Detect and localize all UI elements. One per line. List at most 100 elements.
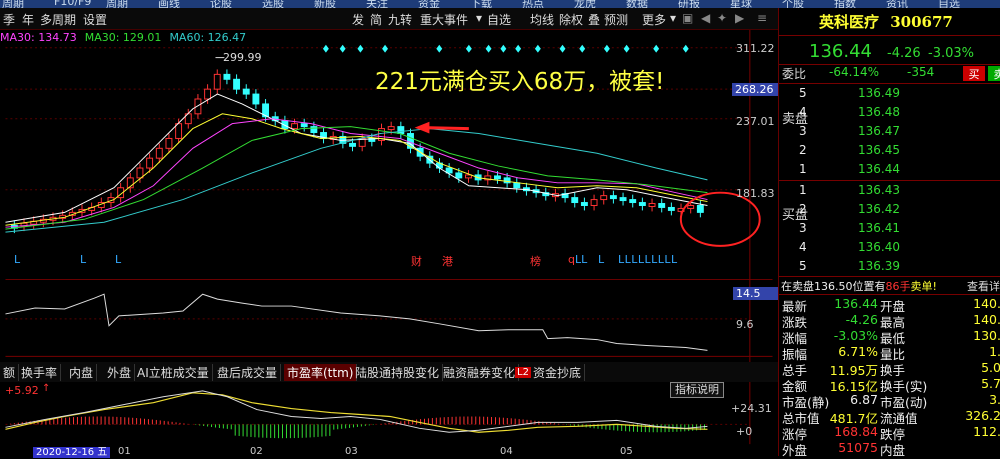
l-marker: L <box>115 253 122 266</box>
order-book-row[interactable]: 3 136.41 <box>779 219 1000 238</box>
period-year[interactable]: 年 <box>22 11 34 28</box>
order-book-row[interactable]: 1 136.43 <box>779 181 1000 200</box>
indicator-tab[interactable]: 外盘 <box>104 364 136 381</box>
top-menu-item[interactable]: 星球 <box>730 0 752 8</box>
chevron-down-icon[interactable]: ▾ <box>670 11 676 25</box>
toolbar-jian[interactable]: 简 <box>370 11 382 28</box>
toolbar-ma[interactable]: 均线 <box>530 11 554 28</box>
event-finance[interactable]: 财 <box>411 253 422 269</box>
order-book-row[interactable]: 2 136.42 <box>779 200 1000 219</box>
menu-icon[interactable]: ≡ <box>757 11 767 25</box>
ticker-more-link[interactable]: 查看详 <box>967 278 1000 294</box>
stock-title: 英科医疗 300677 <box>819 11 953 32</box>
top-menu-item[interactable]: 个股 <box>782 0 804 8</box>
stats-cell: 136.44 <box>834 296 878 311</box>
toolbar-more[interactable]: 更多 <box>642 11 666 28</box>
order-book-row[interactable]: 3 136.47 <box>779 122 1000 141</box>
top-menu-item[interactable]: 周期 <box>106 0 128 8</box>
stats-cell: 3. <box>989 392 1000 407</box>
stats-row: 涨跌 -4.26 最高 140. <box>779 312 1000 330</box>
order-price: 136.42 <box>858 202 900 216</box>
period-season[interactable]: 季 <box>3 11 15 28</box>
top-menu-item[interactable]: 资讯 <box>886 0 908 8</box>
toolbar-overlay[interactable]: 叠 <box>588 11 600 28</box>
indicator-tab[interactable]: 内盘 <box>66 364 98 381</box>
stats-row: 振幅 6.71% 量比 1. <box>779 344 1000 362</box>
indicator-tab[interactable]: AI立桩成交量 <box>134 364 213 381</box>
order-book-row[interactable]: 4 136.40 <box>779 238 1000 257</box>
toolbar-exright[interactable]: 除权 <box>559 11 583 28</box>
top-menu-item[interactable]: 新股 <box>314 0 336 8</box>
top-menu-item[interactable]: 龙虎 <box>574 0 596 8</box>
settings-button[interactable]: 设置 <box>83 11 107 28</box>
pin-icon[interactable]: ✦ <box>717 11 727 25</box>
weicha-value: -354 <box>907 65 935 79</box>
collapse-icon[interactable]: ▣ <box>682 11 693 25</box>
indicator-tab[interactable]: 额 <box>0 364 20 381</box>
event-q[interactable]: q <box>568 253 575 266</box>
top-menu-item[interactable]: 画线 <box>158 0 180 8</box>
toolbar-jiuzhuan[interactable]: 九转 <box>388 11 412 28</box>
l-marker: L <box>14 253 21 266</box>
indicator-tab[interactable]: 融资融券变化 <box>440 364 520 381</box>
top-menu-item[interactable]: 周期 <box>2 0 24 8</box>
ma-legend-item: MA60: 126.47 <box>169 31 247 44</box>
price-change-pct: -3.03% <box>928 46 974 61</box>
order-price: 136.48 <box>858 105 900 119</box>
order-book-row[interactable]: 1 136.44 <box>779 160 1000 179</box>
stock-code: 300677 <box>890 13 953 31</box>
order-price: 136.47 <box>858 124 900 138</box>
top-menu-item[interactable]: 关注 <box>366 0 388 8</box>
order-book-row[interactable]: 5 136.49 <box>779 84 1000 103</box>
top-menu-item[interactable]: 自选 <box>938 0 960 8</box>
x-tick: 02 <box>250 446 263 457</box>
top-menu-item[interactable]: 论股 <box>210 0 232 8</box>
order-level: 1 <box>799 183 807 197</box>
order-level: 5 <box>799 86 807 100</box>
top-menu-item[interactable]: 资金 <box>418 0 440 8</box>
order-level: 4 <box>799 240 807 254</box>
order-level: 5 <box>799 259 807 273</box>
weibi-label: 委比 <box>782 67 807 81</box>
callout-text: 221元满仓买入68万，被套! <box>375 69 665 95</box>
event-hk[interactable]: 港 <box>442 253 453 269</box>
top-menu-item[interactable]: 数据 <box>626 0 648 8</box>
indicator-help-button[interactable]: 指标说明 <box>670 382 724 398</box>
buy-button[interactable]: 买 <box>963 66 985 81</box>
top-menu-item[interactable]: 指数 <box>834 0 856 8</box>
indicator-tab[interactable]: 资金抄底 <box>530 364 586 381</box>
price-change: -4.26 <box>887 46 921 61</box>
top-menu-item[interactable]: 研报 <box>678 0 700 8</box>
toolbar-watchlist[interactable]: 自选 <box>487 11 511 28</box>
top-menu-item[interactable]: 热点 <box>522 0 544 8</box>
toolbar-forecast[interactable]: 预测 <box>604 11 628 28</box>
order-book-row[interactable]: 5 136.39 <box>779 257 1000 276</box>
toolbar-fa[interactable]: 发 <box>352 11 364 28</box>
indicator-tab[interactable]: 陆股通持股变化 <box>352 364 444 381</box>
indicator-tabs: 额换手率 内盘 外盘 AI立桩成交量 盘后成交量 市盈率(ttm) 陆股通持股变化 融资融券变… <box>0 362 778 382</box>
stats-cell: 140. <box>973 296 1000 311</box>
order-book-row[interactable]: 2 136.45 <box>779 141 1000 160</box>
indicator-tab[interactable]: 市盈率(ttm) <box>284 364 358 381</box>
indicator-tab[interactable]: 盘后成交量 <box>214 364 282 381</box>
top-menu-item[interactable]: 选股 <box>262 0 284 8</box>
multi-period-button[interactable]: 多周期 <box>40 11 76 28</box>
stats-row: 最新 136.44 开盘 140. <box>779 296 1000 314</box>
order-book-row[interactable]: 4 136.48 <box>779 103 1000 122</box>
prev-icon[interactable]: ◀ <box>701 11 710 25</box>
top-menu-item[interactable]: F10/F9 <box>54 0 91 8</box>
stats-cell: 140. <box>973 312 1000 327</box>
l-marker: LL <box>575 253 588 266</box>
turnover-line <box>5 293 708 351</box>
order-level: 1 <box>799 162 807 176</box>
indicator-tab[interactable]: 换手率 <box>18 364 62 381</box>
stats-cell: 5.7 <box>981 376 1000 391</box>
stats-cell: 112. <box>973 424 1000 439</box>
next-icon[interactable]: ▶ <box>735 11 744 25</box>
top-menu-item[interactable]: 下载 <box>470 0 492 8</box>
toolbar-major-events[interactable]: 重大事件 <box>420 11 468 28</box>
chevron-down-icon[interactable]: ▾ <box>476 11 482 25</box>
order-price: 136.49 <box>858 86 900 100</box>
sell-button[interactable]: 卖 <box>988 66 1000 81</box>
event-list[interactable]: 榜 <box>530 253 541 269</box>
